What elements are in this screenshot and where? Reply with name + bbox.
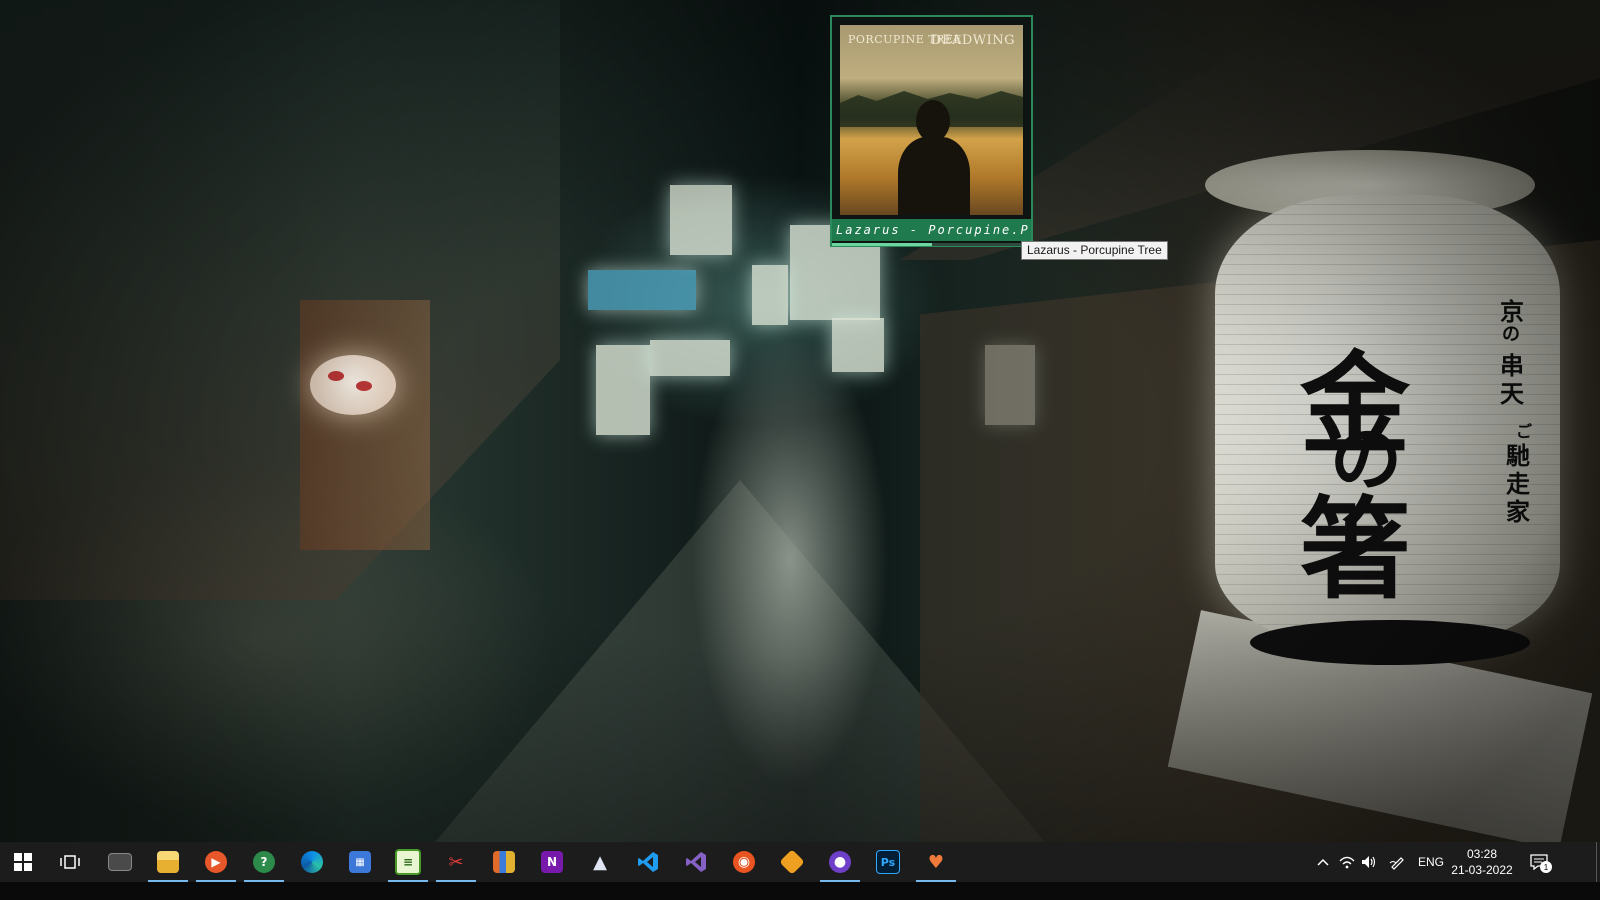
chevron-up-icon <box>1317 858 1329 866</box>
windows-logo-icon <box>14 853 32 871</box>
ubuntu-icon: ◉ <box>733 851 755 873</box>
taskbar-app-onenote[interactable]: N <box>530 842 574 882</box>
playback-progress-fill <box>832 243 932 246</box>
now-playing-widget[interactable]: PORCUPINE TREE DEADWING Lazarus - Porcup… <box>830 15 1033 247</box>
input-language-button[interactable]: ENG <box>1416 842 1446 882</box>
taskbar-app-heart[interactable]: ♥ <box>914 842 958 882</box>
taskbar: ▶ ? ▦ ≡ ✂ N ▲ ◉ ● Ps ♥ ENG 03:28 21-03-2… <box>0 842 1600 882</box>
track-title: Lazarus - Porcupine.P <box>836 223 1028 237</box>
action-center-button[interactable]: 1 <box>1524 842 1554 882</box>
desktop-wallpaper: 金 の 箸 京 の 串 天 ご 馳 走 家 <box>0 0 1600 860</box>
task-view-icon <box>60 855 80 869</box>
clock-button[interactable]: 03:28 21-03-2022 <box>1446 846 1518 878</box>
taskbar-app-vscode[interactable] <box>626 842 670 882</box>
onenote-icon: N <box>541 851 563 873</box>
volume-tray-button[interactable] <box>1358 842 1380 882</box>
money-manager-icon <box>779 849 805 875</box>
wallpaper-vignette <box>0 0 1600 860</box>
track-title-bar[interactable]: Lazarus - Porcupine.P <box>832 219 1031 241</box>
github-desktop-icon: ● <box>829 851 851 873</box>
inkscape-icon: ▲ <box>593 851 607 873</box>
taskbar-app-sheets[interactable]: ≡ <box>386 842 430 882</box>
support-assist-icon: ? <box>253 851 275 873</box>
screen-bottom-strip <box>0 882 1600 900</box>
taskbar-app-media-player[interactable]: ▶ <box>194 842 238 882</box>
taskbar-app-inkscape[interactable]: ▲ <box>578 842 622 882</box>
taskbar-app-ubuntu[interactable]: ◉ <box>722 842 766 882</box>
track-tooltip: Lazarus - Porcupine Tree <box>1021 241 1168 260</box>
album-art[interactable]: PORCUPINE TREE DEADWING <box>840 25 1023 215</box>
task-view-button[interactable] <box>48 842 92 882</box>
clock-date: 21-03-2022 <box>1451 863 1513 877</box>
playback-progress-bar[interactable] <box>832 243 1031 246</box>
show-desktop-button[interactable] <box>1596 842 1600 882</box>
sheets-app-icon: ≡ <box>395 849 421 875</box>
notification-count-badge: 1 <box>1540 861 1552 873</box>
visual-studio-icon <box>686 852 706 872</box>
file-explorer-icon <box>157 851 179 873</box>
taskbar-app-calculator[interactable]: ▦ <box>338 842 382 882</box>
taskbar-app-github-desktop[interactable]: ● <box>818 842 862 882</box>
album-title-text: DEADWING <box>931 33 1015 48</box>
taskbar-app-support-assist[interactable]: ? <box>242 842 286 882</box>
edge-browser-icon <box>301 851 323 873</box>
photoshop-icon: Ps <box>876 850 900 874</box>
taskbar-app-snipping-tool[interactable]: ✂ <box>434 842 478 882</box>
taskbar-app-photoshop[interactable]: Ps <box>866 842 910 882</box>
desktop-app-icon <box>108 853 132 871</box>
taskbar-app-desktop[interactable] <box>98 842 142 882</box>
clock-time: 03:28 <box>1466 847 1498 861</box>
network-tray-button[interactable] <box>1336 842 1358 882</box>
album-art-silhouette <box>898 137 970 215</box>
notification-icon-wrap: 1 <box>1530 854 1552 873</box>
taskbar-app-edge[interactable] <box>290 842 334 882</box>
vscode-icon <box>638 852 658 872</box>
taskbar-app-visual-studio[interactable] <box>674 842 718 882</box>
show-hidden-icons-button[interactable] <box>1312 842 1334 882</box>
album-art-silhouette-head <box>916 100 950 142</box>
heart-app-icon: ♥ <box>927 851 945 873</box>
taskbar-app-money-manager[interactable] <box>770 842 814 882</box>
pen-workspace-button[interactable] <box>1386 842 1408 882</box>
taskbar-app-file-explorer[interactable] <box>146 842 190 882</box>
snipping-tool-icon: ✂ <box>448 851 464 873</box>
library-books-icon <box>493 851 515 873</box>
pen-icon <box>1389 857 1404 870</box>
network-icon <box>1339 856 1355 869</box>
taskbar-app-library[interactable] <box>482 842 526 882</box>
speaker-icon <box>1362 856 1376 868</box>
media-player-icon: ▶ <box>205 851 227 873</box>
start-button[interactable] <box>1 842 45 882</box>
calculator-icon: ▦ <box>349 851 371 873</box>
